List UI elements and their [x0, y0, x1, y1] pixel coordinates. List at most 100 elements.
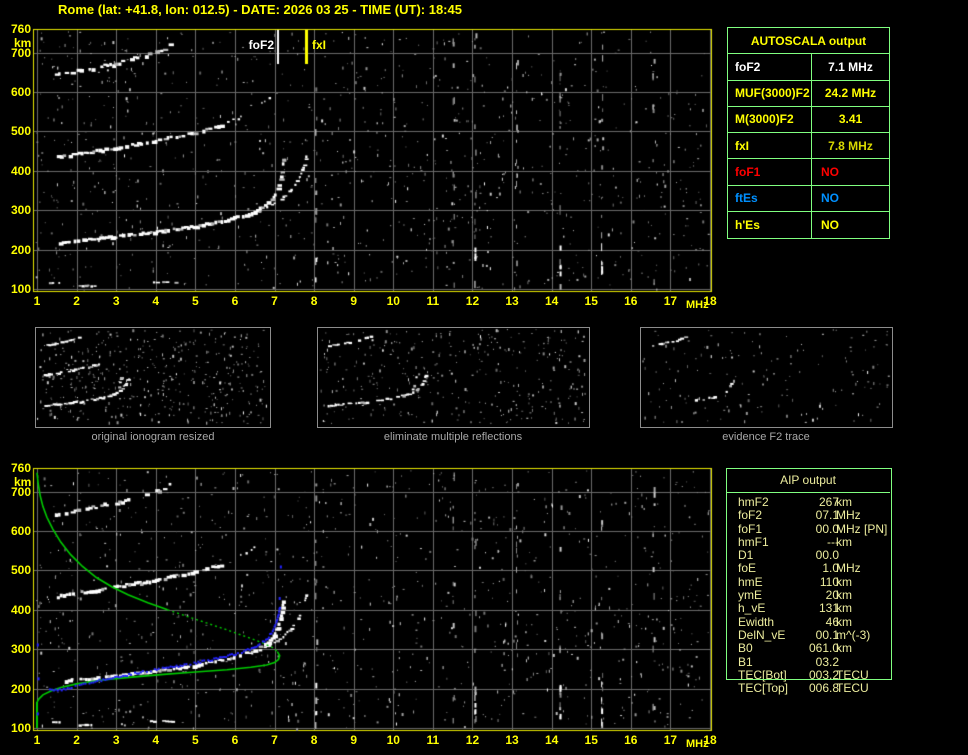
aip-row-tecbot: TEC[Bot] 003.2 TECU [738, 667, 869, 682]
aip-row-hme: hmE 110 km [738, 574, 852, 589]
autoscala-row-value: 7.1 MHz [828, 59, 873, 74]
top-plot-y-axis-unit: km [14, 36, 32, 50]
panel-caption-eliminate: eliminate multiple reflections [383, 431, 523, 443]
autoscala-output-table: AUTOSCALA output foF2 7.1 MHz MUF(3000)F2 2… [727, 27, 890, 239]
panel-original-ionogram [35, 327, 271, 428]
bottom-plot-x-tick-label: 8 [310, 733, 318, 747]
bottom-plot-x-tick-label: 11 [426, 733, 440, 747]
autoscala-row-ftes: ftEs NO [728, 185, 889, 212]
autoscala-table-title: AUTOSCALA output [728, 28, 889, 55]
autoscala-row-value: NO [821, 164, 839, 179]
top-plot-x-tick-label: 4 [152, 294, 160, 308]
top-plot-x-tick-label: 13 [505, 294, 519, 308]
aip-row-hmf1: hmF1 --- km [738, 534, 852, 549]
bottom-plot-x-tick-label: 17 [663, 733, 678, 747]
top-plot-x-tick-label: 11 [426, 294, 440, 308]
autoscala-row-m3000f2: M(3000)F2 3.41 [728, 106, 889, 133]
autoscala-row-muf3000f2: MUF(3000)F2 24.2 MHz [728, 80, 889, 107]
station-date-title: Rome (lat: +41.8, lon: 012.5) - DATE: 20… [58, 2, 462, 17]
top-plot-x-tick-label: 10 [386, 294, 400, 308]
aip-table-title: AIP output [780, 473, 836, 487]
bottom-plot-y-tick-label: 400 [10, 602, 31, 617]
panel-evidence-f2 [640, 327, 893, 428]
aip-row-d1: D1 00.0 [738, 548, 839, 563]
top-plot-y-tick-label: 760 [10, 22, 31, 36]
bottom-plot-x-tick-label: 14 [544, 733, 559, 747]
autoscala-row-value: 7.8 MHz [828, 138, 873, 153]
top-plot-x-tick-label: 1 [33, 294, 41, 308]
autoscala-row-label: foF2 [728, 54, 812, 80]
top-plot-x-tick-label: 14 [544, 294, 559, 308]
aip-row-tectop: TEC[Top] 006.8 TECU [738, 681, 869, 696]
autoscala-row-label: ftEs [728, 185, 812, 211]
bottom-plot-x-tick-label: 9 [350, 733, 358, 747]
panel-eliminate-reflections [317, 327, 590, 428]
aip-row-fof1: foF1 00.0 MHz [PN] [738, 521, 888, 536]
bottom-plot-y-axis-unit: km [14, 475, 32, 489]
aip-row-foe: foE 1.0 MHz [738, 561, 861, 576]
bottom-plot-x-tick-label: 4 [152, 733, 160, 747]
autoscala-row-label: MUF(3000)F2 [728, 80, 812, 106]
aip-row-b0: B0 061.0 km [738, 641, 852, 656]
bottom-plot-y-tick-label: 200 [10, 681, 31, 696]
autoscala-row-value: 24.2 MHz [824, 86, 877, 101]
autoscala-row-label: foF1 [728, 159, 812, 185]
bottom-plot-x-tick-label: 13 [505, 733, 519, 747]
autoscala-row-fxi: fxI 7.8 MHz [728, 133, 889, 160]
bottom-plot-y-tick-label: 600 [10, 524, 31, 539]
top-plot-x-tick-label: 2 [73, 294, 80, 308]
bottom-plot-x-axis-unit: MHz [686, 738, 709, 750]
aip-row-hmf2: hmF2 267 km [738, 495, 852, 509]
bottom-plot-x-tick-label: 1 [33, 733, 41, 747]
top-plot-x-tick-label: 15 [584, 294, 598, 308]
bottom-plot-x-tick-label: 15 [584, 733, 598, 747]
autoscala-window: Rome (lat: +41.8, lon: 012.5) - DATE: 20… [0, 0, 968, 755]
top-plot-x-tick-label: 16 [624, 294, 638, 308]
bottom-plot-x-tick-label: 7 [271, 733, 278, 747]
bottom-plot-y-tick-label: 500 [10, 563, 31, 578]
bottom-plot-y-tick-label: 760 [10, 461, 31, 475]
bottom-plot-x-tick-label: 3 [112, 733, 120, 747]
top-plot-x-tick-label: 17 [663, 294, 678, 308]
bottom-plot-x-tick-label: 16 [624, 733, 638, 747]
bottom-plot-y-tick-label: 300 [10, 642, 31, 657]
top-plot-x-tick-label: 12 [465, 294, 480, 308]
foF2-marker-label: foF2 [248, 38, 274, 52]
top-plot-x-axis-unit: MHz [686, 299, 709, 311]
aip-row-fof2: foF2 07.1 MHz [738, 508, 861, 523]
autoscala-row-fof1: foF1 NO [728, 159, 889, 186]
aip-output-table: hmF2 267 km foF2 07.1 MHz foF1 00.0 MHz [PN] hmF1-… [727, 496, 957, 695]
panel-caption-original: original ionogram resized [91, 431, 215, 443]
autoscala-row-hes: h'Es NO [728, 211, 889, 238]
top-plot-y-tick-label: 300 [10, 203, 31, 218]
autoscala-row-label: h'Es [728, 211, 812, 238]
aip-table-separator [727, 492, 890, 493]
top-plot-x-tick-label: 5 [192, 294, 199, 308]
autoscala-row-value: NO [821, 217, 839, 232]
top-plot-y-tick-label: 400 [10, 163, 31, 178]
autoscala-row-value: 3.41 [838, 112, 863, 127]
top-plot-x-tick-label: 3 [112, 294, 120, 308]
aip-row-delnve: DelN_vE 00.1 m^(-3) [738, 627, 871, 642]
autoscala-row-label: M(3000)F2 [728, 106, 812, 132]
top-plot-x-tick-label: 6 [231, 294, 239, 308]
top-plot-y-tick-label: 200 [10, 242, 31, 257]
autoscala-row-value: NO [821, 191, 839, 206]
top-plot-x-tick-label: 7 [271, 294, 278, 308]
aip-row-b1: B1 03.2 [738, 654, 839, 669]
panel-caption-evidence: evidence F2 trace [722, 431, 810, 443]
bottom-plot-x-tick-label: 12 [465, 733, 480, 747]
autoscala-row-fof2: foF2 7.1 MHz [728, 54, 889, 81]
top-plot-x-tick-label: 9 [350, 294, 358, 308]
bottom-plot-x-tick-label: 6 [231, 733, 239, 747]
aip-row-ewidth: Ewidth 46 km [738, 614, 852, 629]
top-plot-x-tick-label: 8 [310, 294, 318, 308]
autoscala-row-label: fxI [728, 133, 812, 159]
bottom-plot-x-tick-label: 2 [73, 733, 80, 747]
top-plot-y-tick-label: 600 [10, 85, 31, 100]
aip-row-yme: ymE 20 km [738, 588, 852, 603]
aip-row-hve: h_vE 131 km [738, 601, 852, 616]
top-plot-y-tick-label: 500 [10, 124, 31, 139]
bottom-plot-x-tick-label: 5 [192, 733, 199, 747]
fxI-marker-label: fxI [312, 38, 327, 52]
